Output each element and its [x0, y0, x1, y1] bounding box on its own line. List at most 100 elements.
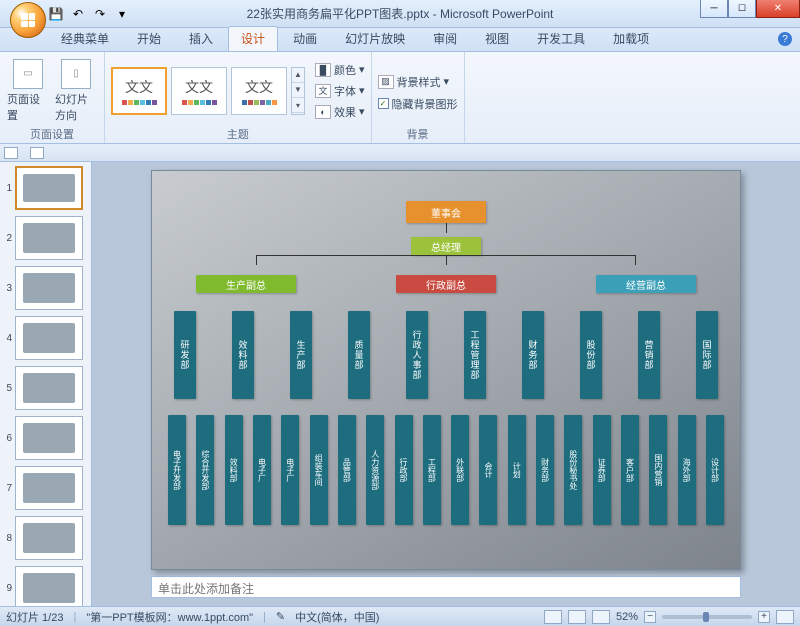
org-node-subdept[interactable]: 设计部 [706, 415, 724, 525]
slide-thumb[interactable] [15, 416, 83, 460]
org-node-subdept[interactable]: 电子厂 [253, 415, 271, 525]
org-node-subdept[interactable]: 客户部 [621, 415, 639, 525]
org-node-subdept[interactable]: 行政部 [395, 415, 413, 525]
org-node-subdept[interactable]: 国内营销 [649, 415, 667, 525]
slide-thumb[interactable] [15, 166, 83, 210]
sorter-view-button[interactable] [568, 610, 586, 624]
org-node-dept[interactable]: 营销部 [638, 311, 660, 399]
theme-more-icon[interactable]: ▾ [292, 98, 304, 113]
org-node-subdept[interactable]: 财务部 [536, 415, 554, 525]
org-node-dept[interactable]: 生产部 [290, 311, 312, 399]
org-node-subdept[interactable]: 海外部 [678, 415, 696, 525]
theme-effects-button[interactable]: ◐效果▾ [315, 102, 365, 122]
org-node-vp[interactable]: 经营副总 [596, 275, 696, 293]
org-node-subdept[interactable]: 计划 [508, 415, 526, 525]
tab-animation[interactable]: 动画 [280, 26, 330, 51]
office-button[interactable] [10, 2, 46, 38]
slide-thumb[interactable] [15, 266, 83, 310]
zoom-out-button[interactable]: − [644, 611, 656, 623]
slideshow-view-button[interactable] [592, 610, 610, 624]
zoom-value[interactable]: 52% [616, 611, 638, 623]
org-node-board[interactable]: 董事会 [406, 201, 486, 223]
slide-thumb[interactable] [15, 316, 83, 360]
tab-developer[interactable]: 开发工具 [524, 26, 598, 51]
tab-addins[interactable]: 加载项 [600, 26, 662, 51]
theme-thumb-2[interactable]: 文文 [171, 67, 227, 115]
slide-canvas[interactable]: 董事会 总经理 生产副总 行政副总 经营副总 研发部效料部生产部质量部行政人事部… [151, 170, 741, 570]
slide-thumbnail-pane[interactable]: 1 2 3 4 5 6 7 8 9 [0, 162, 92, 606]
theme-fonts-button[interactable]: 文字体▾ [315, 81, 365, 101]
theme-scroll-down-icon[interactable]: ▼ [292, 83, 304, 98]
thumb-row[interactable]: 2 [2, 216, 89, 260]
bg-styles-button[interactable]: ▨背景样式▾ [378, 72, 458, 92]
thumb-row[interactable]: 1 [2, 166, 89, 210]
org-node-dept[interactable]: 行政人事部 [406, 311, 428, 399]
org-node-vp[interactable]: 生产副总 [196, 275, 296, 293]
slide-thumb[interactable] [15, 566, 83, 606]
org-node-gm[interactable]: 总经理 [411, 237, 481, 255]
org-node-dept[interactable]: 国际部 [696, 311, 718, 399]
thumb-row[interactable]: 7 [2, 466, 89, 510]
zoom-slider[interactable] [662, 615, 752, 619]
language-indicator[interactable]: 中文(简体，中国) [295, 609, 379, 625]
theme-thumb-current[interactable]: 文文 [111, 67, 167, 115]
slide-thumb[interactable] [15, 516, 83, 560]
page-setup-button[interactable]: ▭ 页面设置 [6, 58, 50, 124]
undo-icon[interactable]: ↶ [70, 6, 86, 22]
org-node-subdept[interactable]: 股份秘书处 [564, 415, 582, 525]
org-node-subdept[interactable]: 综合开发部 [196, 415, 214, 525]
tab-view[interactable]: 视图 [472, 26, 522, 51]
org-node-subdept[interactable]: 工程部 [423, 415, 441, 525]
tab-classic-menu[interactable]: 经典菜单 [48, 26, 122, 51]
maximize-button[interactable]: ☐ [728, 0, 756, 18]
org-node-dept[interactable]: 财务部 [522, 311, 544, 399]
org-node-dept[interactable]: 工程管理部 [464, 311, 486, 399]
hide-bg-checkbox[interactable]: ✓隐藏背景图形 [378, 94, 458, 114]
slide-orientation-button[interactable]: ▯ 幻灯片方向 [54, 58, 98, 124]
org-node-subdept[interactable]: 组装车间 [310, 415, 328, 525]
slide-thumb[interactable] [15, 216, 83, 260]
outline-mini-tab[interactable] [30, 147, 44, 159]
tab-insert[interactable]: 插入 [176, 26, 226, 51]
org-node-subdept[interactable]: 电子开发部 [168, 415, 186, 525]
org-node-subdept[interactable]: 电子厂 [281, 415, 299, 525]
thumb-row[interactable]: 5 [2, 366, 89, 410]
tab-review[interactable]: 审阅 [420, 26, 470, 51]
org-node-subdept[interactable]: 品管部 [338, 415, 356, 525]
thumb-row[interactable]: 9 [2, 566, 89, 606]
fit-window-button[interactable] [776, 610, 794, 624]
tab-home[interactable]: 开始 [124, 26, 174, 51]
notes-pane[interactable]: 单击此处添加备注 [151, 576, 741, 598]
tab-slideshow[interactable]: 幻灯片放映 [332, 26, 418, 51]
spellcheck-icon[interactable]: ✎ [276, 610, 285, 623]
slide-thumb[interactable] [15, 466, 83, 510]
thumb-row[interactable]: 3 [2, 266, 89, 310]
normal-view-button[interactable] [544, 610, 562, 624]
slide-thumb[interactable] [15, 366, 83, 410]
org-node-subdept[interactable]: 效料部 [225, 415, 243, 525]
thumb-row[interactable]: 6 [2, 416, 89, 460]
tab-design[interactable]: 设计 [228, 26, 278, 51]
org-node-subdept[interactable]: 人力资源部 [366, 415, 384, 525]
org-node-subdept[interactable]: 外联部 [451, 415, 469, 525]
thumb-row[interactable]: 4 [2, 316, 89, 360]
save-icon[interactable]: 💾 [48, 6, 64, 22]
theme-colors-button[interactable]: █颜色▾ [315, 60, 365, 80]
slides-mini-tab[interactable] [4, 147, 18, 159]
thumb-row[interactable]: 8 [2, 516, 89, 560]
org-node-subdept[interactable]: 证券部 [593, 415, 611, 525]
org-node-subdept[interactable]: 会计 [479, 415, 497, 525]
help-icon[interactable]: ? [778, 32, 792, 46]
close-button[interactable]: ✕ [756, 0, 800, 18]
zoom-in-button[interactable]: + [758, 611, 770, 623]
theme-thumb-3[interactable]: 文文 [231, 67, 287, 115]
qat-dropdown-icon[interactable]: ▾ [114, 6, 130, 22]
redo-icon[interactable]: ↷ [92, 6, 108, 22]
org-node-dept[interactable]: 研发部 [174, 311, 196, 399]
org-node-dept[interactable]: 股份部 [580, 311, 602, 399]
theme-scroll-up-icon[interactable]: ▲ [292, 68, 304, 83]
theme-gallery-scroll[interactable]: ▲▼▾ [291, 67, 305, 115]
org-node-dept[interactable]: 效料部 [232, 311, 254, 399]
org-node-dept[interactable]: 质量部 [348, 311, 370, 399]
org-node-vp[interactable]: 行政副总 [396, 275, 496, 293]
